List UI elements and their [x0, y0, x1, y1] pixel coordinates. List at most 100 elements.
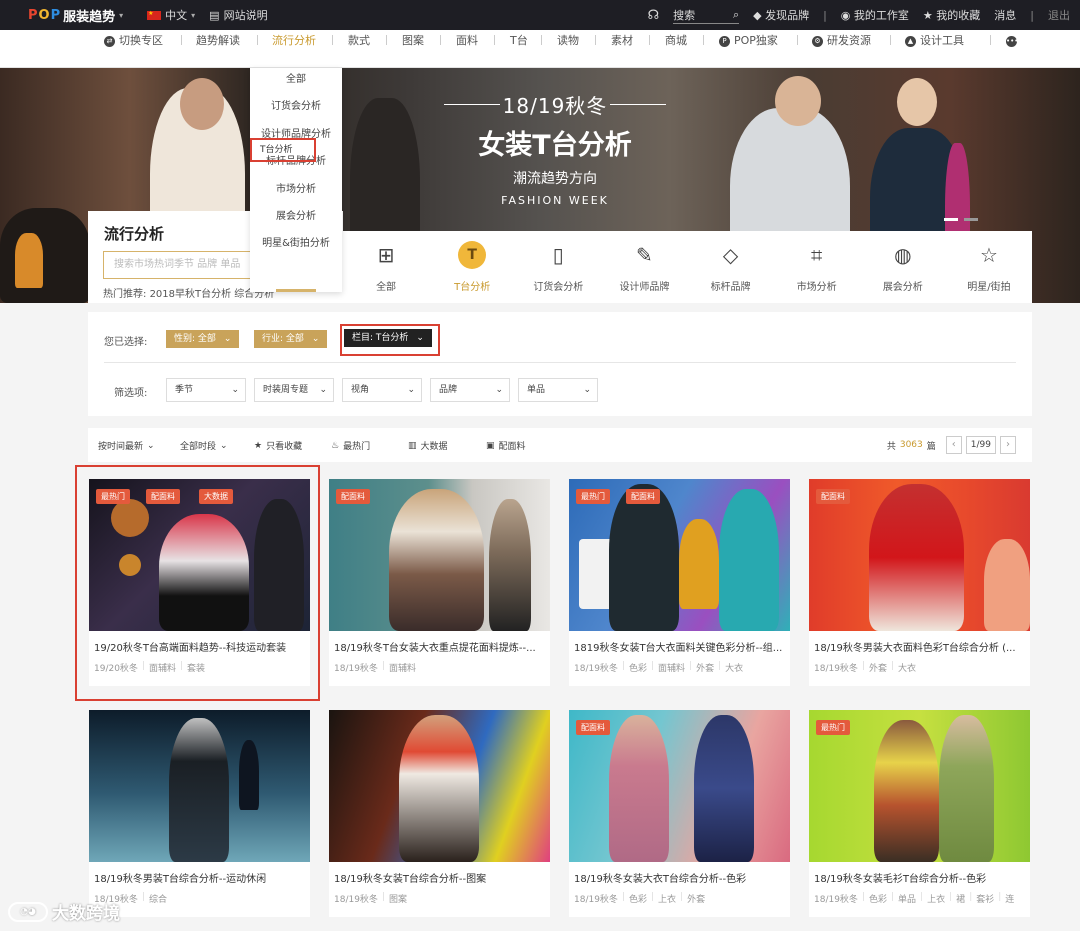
watermark-logo-icon: ◔◕	[8, 901, 48, 922]
chart-icon: ⌗	[811, 243, 823, 267]
season-select[interactable]: 季节 ⌄	[166, 378, 246, 402]
switch-icon: ⇄	[104, 35, 115, 47]
result-card[interactable]: 配面料 18/19秋冬男装大衣面料色彩T台综合分析 (... 18/19秋冬 | 外…	[809, 479, 1030, 686]
card-tags: 18/19秋冬 | 色彩 | 单品 | 上衣 | 裙 | 套衫 | 连	[814, 892, 1015, 905]
nav-styles[interactable]: 款式	[348, 32, 370, 50]
star-icon: ☆	[979, 243, 998, 267]
card-title[interactable]: 18/19秋冬女装T台综合分析--图案	[334, 870, 546, 885]
workspace-link[interactable]: ◉ 我的工作室	[841, 7, 909, 23]
nav-switch-zone[interactable]: ⇄ 切换专区	[104, 32, 163, 50]
most-popular-toggle[interactable]: ♨ 最热门	[331, 439, 370, 453]
pop-icon: P	[719, 35, 730, 47]
industry-chip[interactable]: 行业: 全部 ⌄	[254, 330, 328, 348]
nav-patterns[interactable]: 图案	[402, 32, 424, 50]
next-page-button[interactable]: ›	[1000, 436, 1016, 454]
china-flag-icon	[147, 10, 162, 20]
category-runway[interactable]: T T台分析	[429, 231, 515, 303]
result-card[interactable]: 最热门 配面料 1819秋冬女装T台大衣面料关键色彩分析--组... 18/19…	[569, 479, 790, 686]
dropdown-exhibition[interactable]: 展会分析	[250, 203, 342, 230]
card-tags: 18/19秋冬 | 外套 | 大衣	[814, 661, 917, 674]
category-row: ⊞ 全部 T T台分析 ▯ 订货会分析 ✎ 设计师品牌 ◇ 标杆品牌 ⌗ 市场分析 ◍ 展会分…	[343, 231, 1032, 303]
card-title[interactable]: 18/19秋冬女装大衣T台综合分析--色彩	[574, 870, 786, 885]
result-card[interactable]: 配面料 18/19秋冬T台女装大衣重点提花面料提炼--... 18/19秋冬 | 面…	[329, 479, 550, 686]
nav-more[interactable]: •••	[1006, 32, 1018, 50]
hot-recommend[interactable]: 热门推荐: 2018早秋T台分析 综合分析	[103, 285, 274, 300]
globe-icon: ◍	[894, 243, 912, 267]
messages-link[interactable]: 消息	[994, 7, 1016, 23]
card-tags: 18/19秋冬 | 面辅料	[334, 661, 416, 674]
bar-chart-icon: ▥	[408, 440, 417, 451]
card-title[interactable]: 18/19秋冬T台女装大衣重点提花面料提炼--...	[334, 639, 546, 654]
document-icon: ▤	[209, 8, 220, 22]
filter-panel: 您已选择: 性别: 全部 ⌄ 行业: 全部 ⌄ 栏目: T台分析 ⌄ 筛选项: 季节 ⌄…	[88, 312, 1032, 416]
dropdown-all[interactable]: 全部	[250, 66, 342, 93]
site-logo[interactable]: POP 服装趋势 ▾	[28, 6, 123, 25]
nav-fabric[interactable]: 面料	[456, 32, 478, 50]
diamond-icon: ◇	[722, 243, 739, 267]
favorites-link[interactable]: ★ 我的收藏	[923, 7, 980, 23]
nav-reading[interactable]: 读物	[557, 32, 579, 50]
card-title[interactable]: 18/19秋冬男装T台综合分析--运动休闲	[94, 870, 306, 885]
category-market[interactable]: ⌗ 市场分析	[774, 231, 860, 303]
workspace-icon: ◉	[840, 9, 851, 22]
dropdown-celebrity[interactable]: 明星&街拍分析	[250, 230, 342, 257]
research-icon: ⚙	[812, 35, 823, 47]
headset-icon[interactable]: ☊	[648, 8, 660, 23]
category-designer[interactable]: ✎ 设计师品牌	[601, 231, 687, 303]
category-celebrity[interactable]: ☆ 明星/街拍	[946, 231, 1032, 303]
dropdown-runway-selected[interactable]: T台分析	[250, 138, 316, 162]
nav-analysis[interactable]: 流行分析	[272, 32, 316, 50]
nav-runway[interactable]: T台	[510, 32, 528, 50]
result-card[interactable]: 18/19秋冬女装T台综合分析--图案 18/19秋冬 | 图案	[329, 710, 550, 917]
brand-select[interactable]: 品牌 ⌄	[430, 378, 510, 402]
sort-time[interactable]: 按时间最新 ⌄	[98, 439, 155, 453]
category-exhibition[interactable]: ◍ 展会分析	[860, 231, 946, 303]
discover-brand-link[interactable]: ◆ 发现品牌	[753, 7, 809, 23]
page-indicator: 1/99	[965, 436, 996, 454]
site-guide-link[interactable]: ▤ 网站说明	[209, 7, 267, 23]
result-card[interactable]: 18/19秋冬男装T台综合分析--运动休闲 18/19秋冬 | 综合	[89, 710, 310, 917]
card-tags: 18/19秋冬 | 色彩 | 面辅料 | 外套 | 大衣	[574, 661, 744, 674]
category-order-fair[interactable]: ▯ 订货会分析	[515, 231, 601, 303]
star-icon: ★	[254, 440, 263, 451]
item-select[interactable]: 单品 ⌄	[518, 378, 598, 402]
card-image	[89, 710, 310, 862]
analysis-search-input[interactable]: 搜索市场热词季节 品牌 单品	[103, 251, 253, 279]
badge-hot: 最热门	[576, 489, 610, 504]
carousel-dots[interactable]	[944, 218, 978, 221]
only-fav-toggle[interactable]: ★ 只看收藏	[254, 439, 302, 453]
star-icon: ★	[922, 9, 933, 22]
card-title[interactable]: 1819秋冬女装T台大衣面料关键色彩分析--组...	[574, 639, 786, 654]
result-card[interactable]: 最热门 18/19秋冬女装毛衫T台综合分析--色彩 18/19秋冬 | 色彩 | 单品 |…	[809, 710, 1030, 917]
gender-chip[interactable]: 性别: 全部 ⌄	[166, 330, 240, 348]
language-switch[interactable]: 中文▾	[147, 7, 195, 23]
nav-mall[interactable]: 商城	[665, 32, 687, 50]
dropdown-market[interactable]: 市场分析	[250, 176, 342, 203]
fabric-toggle[interactable]: ▣ 配面料	[486, 439, 526, 453]
options-label: 筛选项:	[114, 388, 148, 399]
badge-fabric: 配面料	[336, 489, 370, 504]
card-title[interactable]: 18/19秋冬男装大衣面料色彩T台综合分析 (...	[814, 639, 1026, 654]
period-filter[interactable]: 全部时段 ⌄	[180, 439, 228, 453]
nav-pop-exclusive[interactable]: P POP独家	[719, 32, 778, 50]
column-chip[interactable]: 栏目: T台分析 ⌄	[344, 329, 432, 347]
prev-page-button[interactable]: ‹	[945, 436, 962, 454]
result-card[interactable]: 配面料 18/19秋冬女装大衣T台综合分析--色彩 18/19秋冬 | 色彩 | 上衣 |…	[569, 710, 790, 917]
nav-research[interactable]: ⚙ 研发资源	[812, 32, 871, 50]
logout-link[interactable]: 退出	[1048, 7, 1070, 23]
card-title[interactable]: 18/19秋冬女装毛衫T台综合分析--色彩	[814, 870, 1026, 885]
category-benchmark[interactable]: ◇ 标杆品牌	[688, 231, 774, 303]
nav-materials[interactable]: 素材	[611, 32, 633, 50]
search-icon[interactable]: ⌕	[733, 8, 739, 22]
category-all[interactable]: ⊞ 全部	[343, 231, 429, 303]
fire-icon: ♨	[331, 440, 340, 451]
dropdown-order-fair[interactable]: 订货会分析	[250, 93, 342, 120]
main-nav: ⇄ 切换专区 趋势解读 流行分析 款式 图案 面料 T台 读物 素材 商城 P PO…	[0, 30, 1080, 68]
nav-trend[interactable]: 趋势解读	[196, 32, 240, 50]
search-input[interactable]: 搜索 ⌕	[673, 7, 740, 24]
perspective-select[interactable]: 视角 ⌄	[342, 378, 422, 402]
fashion-week-select[interactable]: 时装周专题 ⌄	[254, 378, 334, 402]
card-tags: 18/19秋冬 | 色彩 | 上衣 | 外套	[574, 892, 706, 905]
nav-design-tools[interactable]: ▲ 设计工具	[905, 32, 964, 50]
big-data-toggle[interactable]: ▥ 大数据	[408, 439, 448, 453]
